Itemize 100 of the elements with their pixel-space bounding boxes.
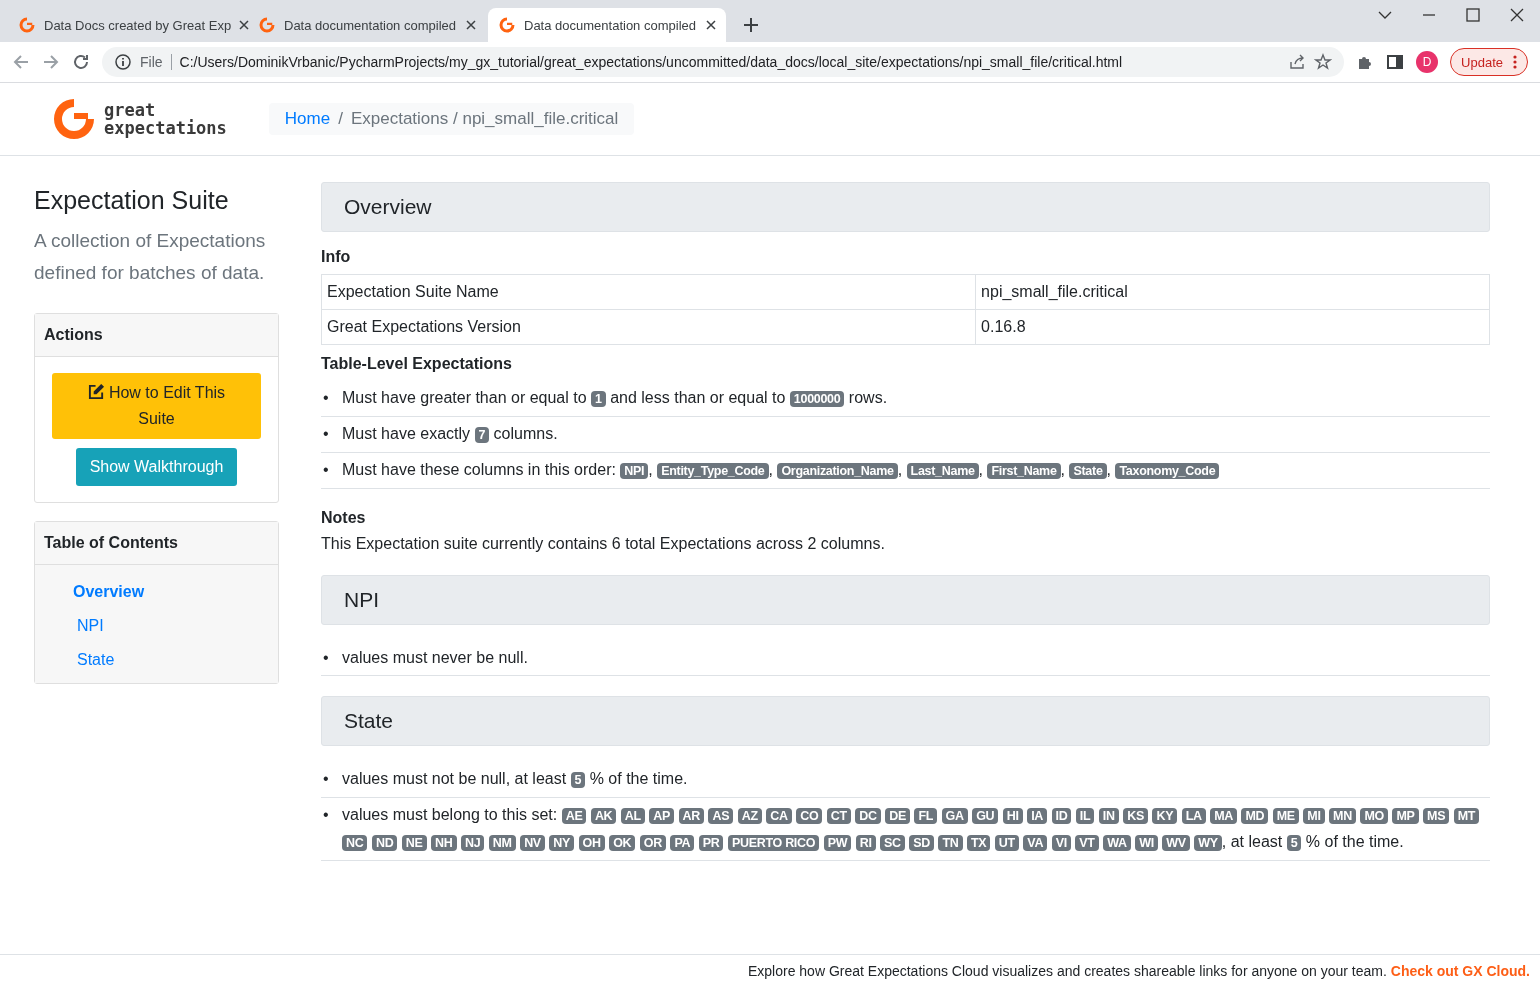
share-icon[interactable] <box>1288 53 1307 71</box>
expectation-text: , <box>897 461 904 478</box>
value-badge: MP <box>1392 808 1419 824</box>
value-badge: MS <box>1423 808 1450 824</box>
close-icon[interactable] <box>706 20 716 30</box>
card-header: Table of Contents <box>35 522 278 565</box>
value-badge: KS <box>1123 808 1148 824</box>
bullet-marker: • <box>323 460 329 480</box>
value-badge: Entity_Type_Code <box>657 463 769 479</box>
toc-link[interactable]: NPI <box>35 609 278 643</box>
value-badge: NC <box>342 835 368 851</box>
value-badge: PW <box>823 835 852 851</box>
expectation-text: , <box>1060 461 1067 478</box>
toc-link[interactable]: State <box>35 643 278 677</box>
value-badge: TN <box>938 835 963 851</box>
tab-favicon-icon <box>18 16 36 34</box>
footer-link[interactable]: Check out GX Cloud. <box>1390 963 1530 979</box>
expectation-text: , <box>1106 461 1112 478</box>
close-icon[interactable] <box>1510 8 1524 22</box>
value-badge: LA <box>1181 808 1206 824</box>
new-tab-icon[interactable] <box>744 18 758 32</box>
table-cell: Expectation Suite Name <box>321 274 976 310</box>
breadcrumb-link[interactable]: Home <box>284 109 331 129</box>
value-badge: IN <box>1098 808 1119 824</box>
profile-avatar[interactable]: D <box>1416 51 1439 73</box>
more-icon[interactable] <box>1513 55 1517 69</box>
value-badge: 1 <box>591 391 606 407</box>
expectation-text: % of the time. <box>588 770 688 787</box>
walkthrough-button[interactable]: Show Walkthrough <box>75 448 238 486</box>
table-cell: 0.16.8 <box>975 309 1490 345</box>
star-icon[interactable] <box>1314 53 1333 71</box>
value-badge: MN <box>1329 808 1356 824</box>
bullet-marker: • <box>323 648 329 668</box>
browser-tab[interactable]: Data documentation compiled <box>488 8 726 42</box>
value-badge: PR <box>698 835 724 851</box>
value-badge: CO <box>796 808 823 824</box>
expectation-text: columns. <box>492 425 558 442</box>
info-icon[interactable] <box>114 53 132 71</box>
value-badge: AZ <box>737 808 762 824</box>
value-badge: 7 <box>474 427 490 443</box>
expectation-text: and less than or equal to <box>609 389 787 406</box>
close-icon[interactable] <box>239 20 250 30</box>
value-badge: WA <box>1103 835 1131 851</box>
expectation-text: values must never be null. <box>342 649 528 666</box>
value-badge: DE <box>885 808 910 824</box>
edit-suite-button[interactable]: How to Edit This Suite <box>52 373 261 439</box>
value-badge: IA <box>1027 808 1048 824</box>
expectation-text: , at least <box>1221 833 1284 850</box>
value-badge: 1000000 <box>789 391 845 407</box>
value-badge: AR <box>678 808 705 824</box>
value-badge: NPI <box>620 463 649 479</box>
logo-text: great <box>104 101 156 119</box>
reload-icon[interactable] <box>72 53 90 71</box>
value-badge: AS <box>708 808 734 824</box>
value-badge: VA <box>1023 835 1048 851</box>
value-badge: PA <box>670 835 695 851</box>
value-badge: NY <box>549 835 575 851</box>
value-badge: Organization_Name <box>777 463 898 479</box>
value-badge: AK <box>590 808 617 824</box>
sidebar-description: A collection of Expectations defined for batches of data. <box>34 229 267 285</box>
value-badge: NH <box>431 835 457 851</box>
value-badge: DC <box>855 808 881 824</box>
address-url[interactable]: C:/Users/DominikVrbanic/PycharmProjects/my_gx_tutorial/great_expectations/uncommitted/data_docs/local_site/expectations/npi_small_file/critical.html <box>179 54 1281 70</box>
value-badge: MO <box>1360 808 1388 824</box>
value-badge: First_Name <box>987 463 1061 479</box>
value-badge: RI <box>855 835 876 851</box>
maximize-icon[interactable] <box>1466 8 1480 22</box>
back-arrow-icon[interactable] <box>12 53 30 71</box>
value-badge: CA <box>766 808 792 824</box>
update-button[interactable]: Update <box>1450 48 1528 76</box>
expectation-text: Must have exactly <box>342 425 472 442</box>
value-badge: WV <box>1162 835 1190 851</box>
forward-arrow-icon[interactable] <box>42 53 60 71</box>
expectation-text: values must not be null, at least <box>342 770 568 787</box>
value-badge: VT <box>1075 835 1099 851</box>
value-badge: GA <box>941 808 968 824</box>
value-badge: TX <box>967 835 991 851</box>
browser-tab[interactable]: Data Docs created by Great Exp <box>8 8 246 42</box>
footer-text: Explore how Great Expectations Cloud visualizes and creates shareable links for anyone on your team. <box>747 963 1387 979</box>
value-badge: 5 <box>1286 835 1302 851</box>
edit-icon <box>87 383 105 400</box>
value-badge: VI <box>1051 835 1071 851</box>
value-badge: FL <box>914 808 938 824</box>
bullet-marker: • <box>323 805 329 825</box>
value-badge: WI <box>1135 835 1158 851</box>
subheading: Info <box>321 248 352 266</box>
tab-favicon-icon <box>498 16 516 34</box>
value-badge: ID <box>1051 808 1072 824</box>
browser-tab[interactable]: Data documentation compiled <box>248 8 486 42</box>
value-badge: 5 <box>570 772 586 788</box>
value-badge: OK <box>609 835 636 851</box>
close-icon[interactable] <box>466 20 476 30</box>
section-header: NPI <box>321 575 1490 625</box>
expectation-text: , <box>768 461 774 478</box>
toc-link[interactable]: Overview <box>35 575 278 609</box>
value-badge: AE <box>561 808 587 824</box>
value-badge: IL <box>1075 808 1095 824</box>
value-badge: MD <box>1241 808 1269 824</box>
table-cell: npi_small_file.critical <box>975 274 1490 310</box>
side-panel-icon[interactable] <box>1386 53 1405 71</box>
